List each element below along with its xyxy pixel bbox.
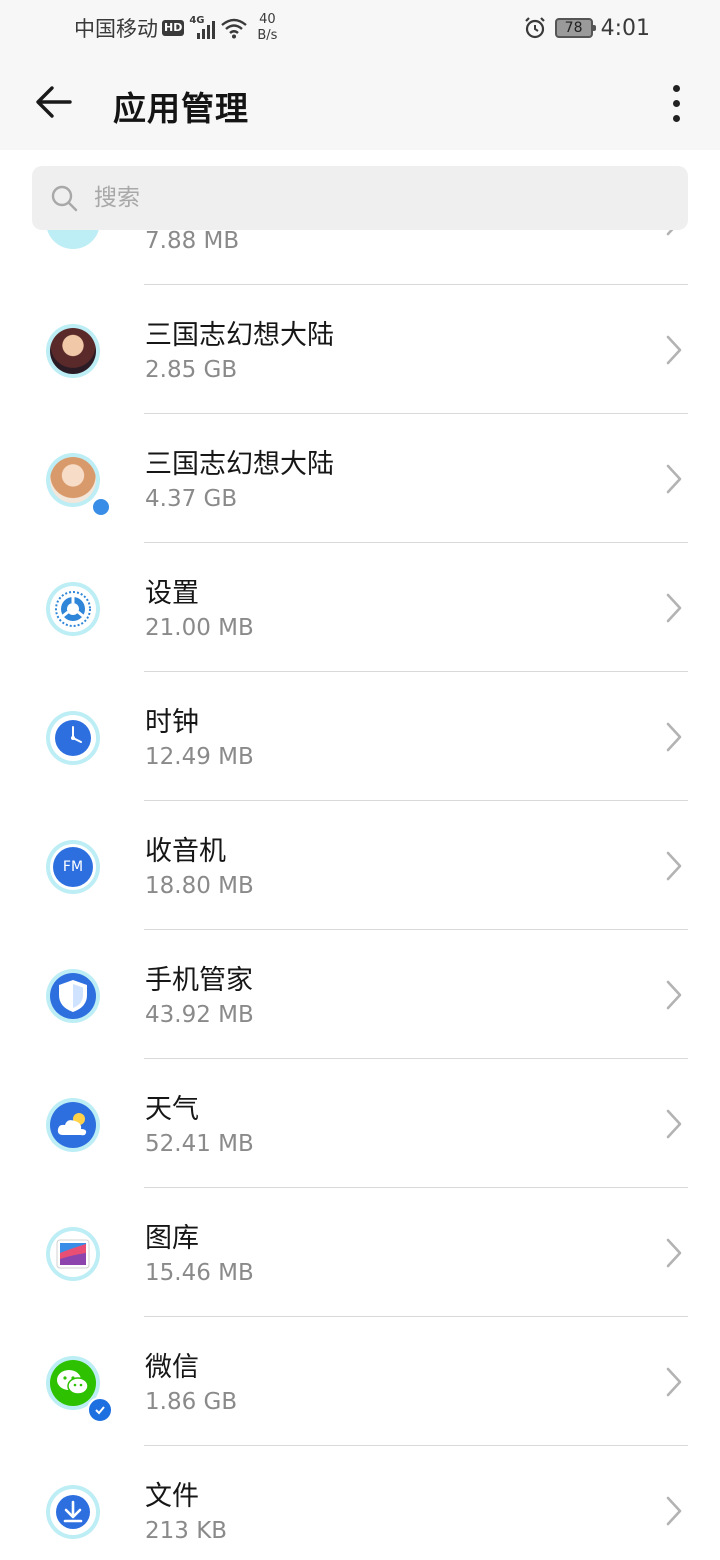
page-title: 应用管理 [113,89,249,128]
clock-icon [38,703,108,773]
chevron-right-icon [666,722,682,752]
app-list-item[interactable]: 天气 52.41 MB [0,1059,720,1188]
chevron-right-icon [666,1496,682,1526]
app-name: 时钟 [145,707,199,738]
carrier-label: 中国移动 [74,17,158,41]
clone-badge-icon [91,497,111,517]
alarm-icon [524,17,545,39]
more-dot-icon [672,114,680,122]
app-list-item[interactable]: 手机管家 43.92 MB [0,930,720,1059]
app-list-item[interactable]: 三国志幻想大陆 2.85 GB [0,285,720,414]
chevron-right-icon [666,230,674,236]
game-avatar-clone-icon [38,445,111,517]
app-size: 7.88 MB [145,230,240,254]
gallery-icon [38,1219,108,1289]
app-list-item[interactable]: FM 收音机 18.80 MB [0,801,720,930]
chevron-right-icon [666,1238,682,1268]
app-size: 43.92 MB [145,1002,254,1028]
shield-icon [38,961,108,1031]
files-download-icon [38,1477,108,1547]
more-options-button[interactable] [656,76,696,130]
app-size: 2.85 GB [145,357,238,383]
app-size: 18.80 MB [145,873,254,899]
partial-app-icon [38,230,108,257]
app-name: 天气 [145,1094,199,1125]
battery-level: 78 [564,20,583,36]
chevron-right-icon [666,1109,682,1139]
app-size: 4.37 GB [145,486,238,512]
clock-time: 4:01 [600,15,650,41]
chevron-right-icon [666,980,682,1010]
hd-badge: HD [162,20,185,36]
more-dot-icon [672,84,680,92]
status-bar: 中国移动 HD 4G 40 B/s 78 4:01 [0,0,720,56]
app-name: 设置 [145,578,199,609]
chevron-right-icon [666,593,682,623]
chevron-right-icon [666,464,682,494]
settings-icon [38,574,108,644]
back-arrow-icon [36,86,72,118]
chevron-right-icon [666,851,682,881]
app-size: 1.86 GB [145,1389,238,1415]
fm-label: FM [53,847,93,887]
app-list-item[interactable]: 三国志幻想大陆 4.37 GB [0,414,720,543]
chevron-right-icon [666,335,682,365]
app-size: 12.49 MB [145,744,254,770]
app-list-item[interactable]: 7.88 MB [0,230,720,285]
game-avatar-icon [38,316,108,386]
app-size: 21.00 MB [145,615,254,641]
app-list: 7.88 MB 三国志幻想大陆 2.85 GB 三国志幻想大陆 4.37 GB 设置 21.… [0,230,720,1560]
app-name: 图库 [145,1223,199,1254]
cell-signal-icon: 4G [189,15,216,39]
app-size: 213 KB [145,1518,228,1544]
app-name: 文件 [145,1481,199,1512]
app-name: 收音机 [145,836,226,867]
status-left: 中国移动 HD 4G 40 B/s [74,12,277,44]
battery-icon: 78 [554,18,596,38]
app-list-item[interactable]: 文件 213 KB [0,1446,720,1560]
app-list-item[interactable]: 时钟 12.49 MB [0,672,720,801]
app-bar: 应用管理 [0,56,720,150]
app-list-item[interactable]: 图库 15.46 MB [0,1188,720,1317]
app-list-item[interactable]: 微信 1.86 GB [0,1317,720,1446]
app-name: 三国志幻想大陆 [145,320,334,351]
status-right: 78 4:01 [523,12,650,44]
search-input[interactable] [94,185,654,211]
wifi-icon [221,18,248,39]
weather-icon [38,1090,108,1160]
search-bar[interactable] [32,166,688,230]
speed-value: 40 [259,12,276,27]
app-size: 52.41 MB [145,1131,254,1157]
app-name: 微信 [145,1352,199,1383]
wechat-icon [38,1348,113,1423]
app-list-item[interactable]: 设置 21.00 MB [0,543,720,672]
speed-unit: B/s [257,28,278,43]
verified-badge-icon [87,1397,113,1423]
search-icon [51,185,78,212]
more-dot-icon [672,99,680,107]
chevron-right-icon [666,1367,682,1397]
network-speed: 40 B/s [257,12,277,44]
app-name: 三国志幻想大陆 [145,449,334,480]
radio-fm-icon: FM [38,832,108,902]
app-name: 手机管家 [145,965,253,996]
back-button[interactable] [24,72,84,132]
app-list-viewport[interactable]: 7.88 MB 三国志幻想大陆 2.85 GB 三国志幻想大陆 4.37 GB 设置 21.… [0,230,720,1560]
app-size: 15.46 MB [145,1260,254,1286]
